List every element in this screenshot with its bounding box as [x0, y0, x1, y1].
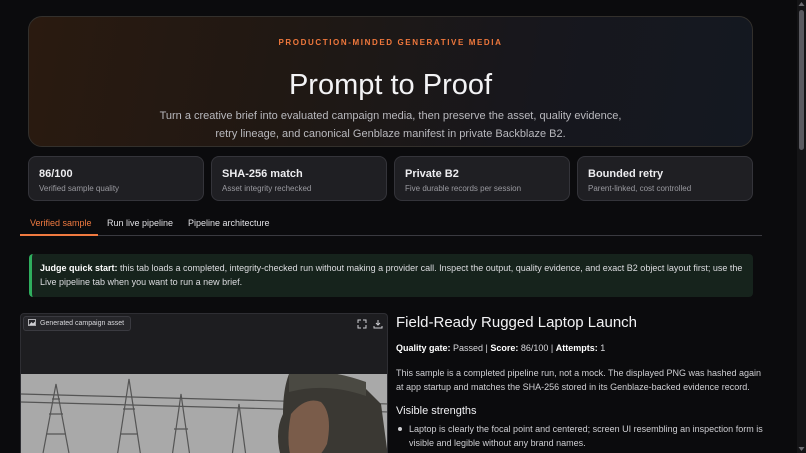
- quality-gate-value: Passed |: [450, 343, 491, 353]
- tab-verified-sample[interactable]: Verified sample: [30, 218, 92, 228]
- score-label: Score:: [490, 343, 519, 353]
- hero-banner: PRODUCTION-MINDED GENERATIVE MEDIA Promp…: [28, 16, 753, 147]
- tab-pipeline-architecture[interactable]: Pipeline architecture: [188, 218, 270, 228]
- quality-summary: Quality gate: Passed | Score: 86/100 | A…: [396, 343, 605, 353]
- callout-text: this tab loads a completed, integrity-ch…: [40, 263, 743, 287]
- bullet-icon: [398, 427, 402, 431]
- quick-start-callout: Judge quick start: this tab loads a comp…: [29, 254, 753, 297]
- tab-run-live-pipeline[interactable]: Run live pipeline: [107, 218, 173, 228]
- quality-gate-label: Quality gate:: [396, 343, 451, 353]
- download-icon[interactable]: [373, 316, 383, 329]
- stat-title: Bounded retry: [588, 168, 664, 180]
- stat-title: Private B2: [405, 168, 459, 180]
- scrollbar-thumb[interactable]: [799, 10, 804, 150]
- stat-subtitle: Verified sample quality: [39, 184, 120, 193]
- list-item: Laptop is clearly the focal point and ce…: [409, 424, 763, 448]
- asset-label: Generated campaign asset: [23, 316, 132, 331]
- strengths-heading: Visible strengths: [396, 405, 477, 417]
- page-scrollbar[interactable]: [797, 0, 806, 453]
- sample-description: This sample is a completed pipeline run,…: [396, 368, 762, 392]
- stat-title: SHA-256 match: [222, 168, 303, 180]
- stat-card-storage: Private B2 Five durable records per sess…: [394, 156, 570, 201]
- scroll-down-icon[interactable]: [798, 446, 805, 452]
- fullscreen-icon[interactable]: [357, 316, 367, 329]
- asset-label-text: Generated campaign asset: [40, 320, 125, 327]
- attempts-value: 1: [597, 343, 606, 353]
- page-title: Prompt to Proof: [288, 69, 493, 101]
- stat-subtitle: Five durable records per session: [405, 184, 522, 193]
- hero-description: Turn a creative brief into evaluated cam…: [159, 110, 622, 140]
- tab-bar: Verified sample Run live pipeline Pipeli…: [20, 214, 762, 236]
- active-tab-indicator: [20, 234, 98, 236]
- stat-card-retry: Bounded retry Parent-linked, cost contro…: [577, 156, 753, 201]
- stat-subtitle: Asset integrity rechecked: [222, 184, 312, 193]
- campaign-title: Field-Ready Rugged Laptop Launch: [396, 314, 638, 331]
- hero-eyebrow: PRODUCTION-MINDED GENERATIVE MEDIA: [278, 38, 503, 47]
- stat-subtitle: Parent-linked, cost controlled: [588, 184, 692, 193]
- asset-toolbar: [357, 316, 383, 329]
- stat-title: 86/100: [39, 168, 73, 180]
- stat-card-integrity: SHA-256 match Asset integrity rechecked: [211, 156, 387, 201]
- attempts-label: Attempts:: [555, 343, 598, 353]
- campaign-asset-image: [21, 371, 387, 453]
- stat-card-quality: 86/100 Verified sample quality: [28, 156, 204, 201]
- callout-lead: Judge quick start:: [40, 263, 118, 273]
- score-value: 86/100 |: [518, 343, 556, 353]
- scroll-up-icon[interactable]: [798, 1, 805, 7]
- image-icon: [28, 319, 36, 328]
- generated-asset-panel: Generated campaign asset: [20, 313, 388, 453]
